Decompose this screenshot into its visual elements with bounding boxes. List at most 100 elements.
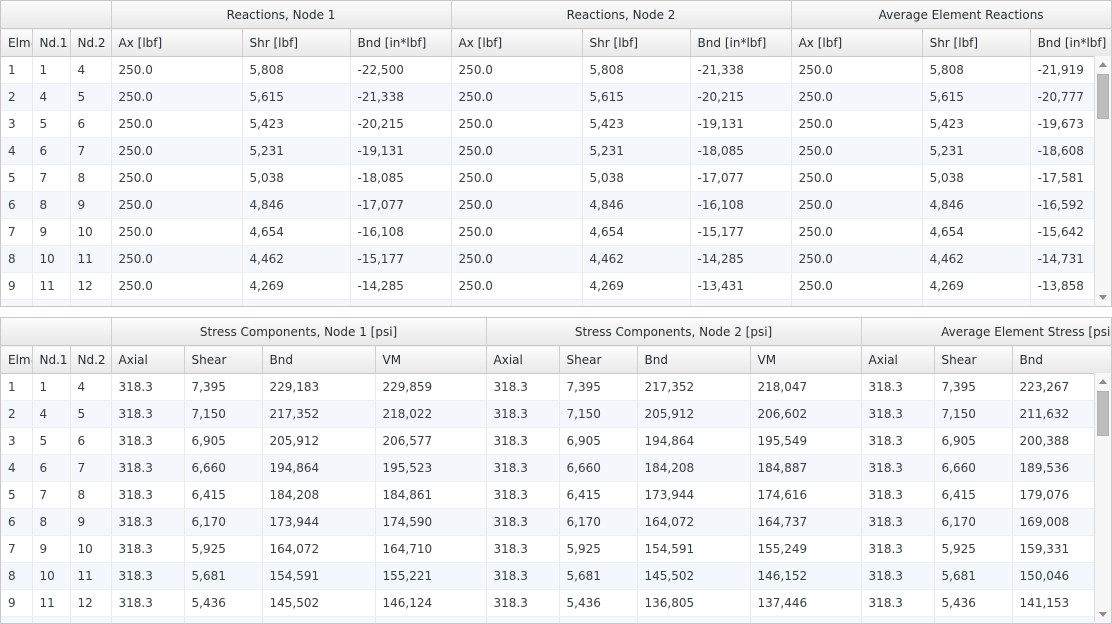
table-cell: 6,170: [559, 508, 638, 536]
table-row[interactable]: 5 7 8 250.0 5,038 -18,085 250.0 5,038 -17,077 250…: [1, 164, 1111, 192]
column-header-shr-lbf[interactable]: Shr [lbf]: [242, 28, 351, 57]
table-cell: -13,431: [690, 272, 792, 300]
table-cell: 318.3: [861, 562, 935, 590]
table-row[interactable]: 7 9 10 318.3 5,925 164,072 164,710 318.3 5,925 15…: [1, 535, 1111, 563]
table-cell: 6,660: [934, 454, 1013, 482]
stress-vertical-scrollbar[interactable]: [1094, 373, 1111, 622]
table-cell: -18,085: [690, 137, 792, 165]
column-header-bnd-in-lbf[interactable]: Bnd [in*lbf]: [1030, 28, 1111, 57]
group-header-cell: [1, 1, 112, 29]
table-cell: 318.3: [861, 508, 935, 536]
table-row[interactable]: 2 4 5 250.0 5,615 -21,338 250.0 5,615 -20,215 250…: [1, 83, 1111, 111]
table-cell: 146,124: [375, 589, 487, 617]
table-cell: 5,615: [242, 83, 351, 111]
scroll-up-arrow-icon[interactable]: [1095, 373, 1111, 389]
table-cell: 7: [70, 454, 112, 482]
column-header-bnd[interactable]: Bnd: [262, 345, 376, 374]
column-header-shear[interactable]: Shear: [934, 345, 1013, 374]
table-row[interactable]: 9 11 12 250.0 4,269 -14,285 250.0 4,269 -13,431 2…: [1, 272, 1111, 300]
table-cell: 318.3: [861, 454, 935, 482]
column-header-axial[interactable]: Axial: [111, 345, 185, 374]
table-cell: 318.3: [111, 616, 185, 623]
table-cell: 4: [32, 83, 71, 111]
table-cell: 5,231: [582, 137, 691, 165]
scroll-down-arrow-icon[interactable]: [1095, 606, 1111, 622]
table-row[interactable]: 101213250.04,077-13,431250.04,077-12,615…: [1, 299, 1111, 306]
column-header-nd-1[interactable]: Nd.1: [32, 345, 71, 374]
table-cell: 6: [1, 191, 33, 219]
table-cell: 250.0: [451, 83, 583, 111]
table-row[interactable]: 6 8 9 250.0 4,846 -17,077 250.0 4,846 -16,108 250…: [1, 191, 1111, 219]
column-header-bnd-in-lbf[interactable]: Bnd [in*lbf]: [350, 28, 452, 57]
table-row[interactable]: 4 6 7 318.3 6,660 194,864 195,523 318.3 6,660 184…: [1, 454, 1111, 482]
table-cell: 5: [32, 110, 71, 138]
table-cell: 318.3: [861, 481, 935, 509]
column-header-ax-lbf[interactable]: Ax [lbf]: [791, 28, 923, 57]
column-header-bnd[interactable]: Bnd: [637, 345, 751, 374]
table-row[interactable]: 6 8 9 318.3 6,170 173,944 174,590 318.3 6,170 164…: [1, 508, 1111, 536]
column-header-nd-1[interactable]: Nd.1: [32, 28, 71, 57]
column-header-ax-lbf[interactable]: Ax [lbf]: [111, 28, 243, 57]
table-row[interactable]: 8 10 11 250.0 4,462 -15,177 250.0 4,462 -14,285 2…: [1, 245, 1111, 273]
table-cell: 250.0: [111, 110, 243, 138]
column-header-shear[interactable]: Shear: [184, 345, 263, 374]
table-row[interactable]: 1 1 4 318.3 7,395 229,183 229,859 318.3 7,395 217…: [1, 373, 1111, 401]
table-cell: -20,215: [350, 110, 452, 138]
table-cell: 206,577: [375, 427, 487, 455]
table-cell: 145,502: [262, 589, 376, 617]
table-row[interactable]: 3 5 6 318.3 6,905 205,912 206,577 318.3 6,905 194…: [1, 427, 1111, 455]
column-header-elm[interactable]: Elm#: [1, 345, 33, 374]
table-row[interactable]: 1 1 4 250.0 5,808 -22,500 250.0 5,808 -21,338 250…: [1, 56, 1111, 84]
table-cell: 12: [32, 616, 71, 623]
table-cell: 174,616: [750, 481, 862, 509]
column-header-axial[interactable]: Axial: [486, 345, 560, 374]
table-cell: -17,077: [350, 191, 452, 219]
column-header-nd-2[interactable]: Nd.2: [70, 28, 112, 57]
reactions-vertical-scrollbar[interactable]: [1094, 56, 1111, 305]
table-cell: 6,170: [934, 508, 1013, 536]
column-header-elm[interactable]: Elm#: [1, 28, 33, 57]
table-cell: 318.3: [861, 616, 935, 623]
table-row[interactable]: 4 6 7 250.0 5,231 -19,131 250.0 5,231 -18,085 250…: [1, 137, 1111, 165]
scroll-up-arrow-icon[interactable]: [1095, 56, 1111, 72]
column-header-vm[interactable]: VM: [375, 345, 487, 374]
scrollbar-thumb[interactable]: [1097, 74, 1109, 119]
table-cell: 6,660: [559, 454, 638, 482]
table-cell: 5,191: [934, 616, 1013, 623]
table-cell: 205,912: [637, 400, 751, 428]
scroll-down-arrow-icon[interactable]: [1095, 289, 1111, 305]
table-row[interactable]: 7 9 10 250.0 4,654 -16,108 250.0 4,654 -15,177 25…: [1, 218, 1111, 246]
table-cell: 5,681: [184, 562, 263, 590]
column-header-axial[interactable]: Axial: [861, 345, 935, 374]
table-cell: -19,131: [690, 110, 792, 138]
table-cell: 205,912: [262, 427, 376, 455]
column-header-bnd[interactable]: Bnd: [1012, 345, 1111, 374]
column-header-nd-2[interactable]: Nd.2: [70, 345, 112, 374]
table-cell: 318.3: [486, 427, 560, 455]
reactions-grid: Reactions, Node 1 Reactions, Node 2 Averag…: [0, 0, 1112, 307]
table-row[interactable]: 3 5 6 250.0 5,423 -20,215 250.0 5,423 -19,131 250…: [1, 110, 1111, 138]
table-cell: -12,615: [690, 299, 792, 306]
table-cell: 8: [1, 245, 33, 273]
column-header-bnd-in-lbf[interactable]: Bnd [in*lbf]: [690, 28, 792, 57]
table-row[interactable]: 5 7 8 318.3 6,415 184,208 184,861 318.3 6,415 173…: [1, 481, 1111, 509]
scrollbar-thumb[interactable]: [1097, 391, 1109, 436]
table-cell: 5,423: [242, 110, 351, 138]
column-header-shr-lbf[interactable]: Shr [lbf]: [922, 28, 1031, 57]
table-cell: 4: [70, 56, 112, 84]
column-header-vm[interactable]: VM: [750, 345, 862, 374]
table-cell: 217,352: [262, 400, 376, 428]
table-row[interactable]: 9 11 12 318.3 5,436 145,502 146,124 318.3 5,436 1…: [1, 589, 1111, 617]
group-header-cell: Reactions, Node 2: [451, 1, 792, 29]
table-cell: 5: [32, 427, 71, 455]
column-header-shear[interactable]: Shear: [559, 345, 638, 374]
table-cell: 250.0: [791, 245, 923, 273]
table-cell: -19,131: [350, 137, 452, 165]
table-cell: 7,150: [184, 400, 263, 428]
table-cell: 4,269: [582, 272, 691, 300]
table-row[interactable]: 8 10 11 318.3 5,681 154,591 155,221 318.3 5,681 1…: [1, 562, 1111, 590]
column-header-ax-lbf[interactable]: Ax [lbf]: [451, 28, 583, 57]
table-row[interactable]: 2 4 5 318.3 7,150 217,352 218,022 318.3 7,150 205…: [1, 400, 1111, 428]
table-row[interactable]: 101213318.35,191136,805137,417318.35,191…: [1, 616, 1111, 623]
column-header-shr-lbf[interactable]: Shr [lbf]: [582, 28, 691, 57]
